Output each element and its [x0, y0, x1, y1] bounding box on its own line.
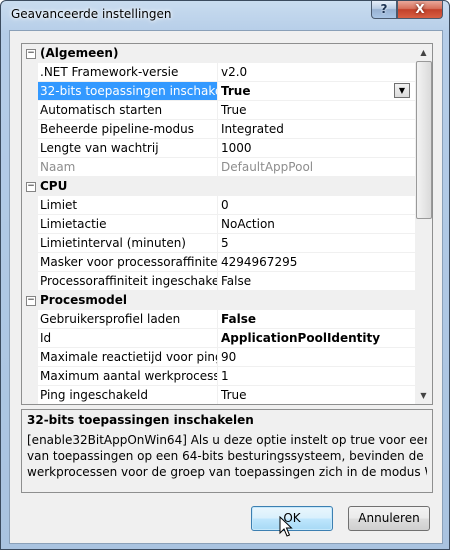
- dialog-body: − (Algemeen) .NET Framework-versie v2.0 32-b…: [9, 30, 443, 544]
- property-row[interactable]: Naam DefaultAppPool: [22, 158, 417, 177]
- property-value[interactable]: 1: [218, 367, 417, 386]
- property-row[interactable]: Automatisch starten True: [22, 101, 417, 120]
- row-gutter: [22, 310, 38, 329]
- property-value[interactable]: ApplicationPoolIdentity: [218, 329, 417, 348]
- property-value[interactable]: True: [218, 101, 417, 120]
- row-gutter: [22, 348, 38, 367]
- property-row[interactable]: Limiet 0: [22, 196, 417, 215]
- description-line: werkprocessen voor de groep van toepassi…: [27, 465, 427, 479]
- description-title: 32-bits toepassingen inschakelen: [27, 413, 254, 427]
- category-label: (Algemeen): [40, 46, 119, 60]
- property-row[interactable]: Gebruikersprofiel laden False: [22, 310, 417, 329]
- cancel-button[interactable]: Annuleren: [348, 506, 430, 531]
- row-gutter: [22, 272, 38, 291]
- property-name[interactable]: Masker voor processoraffiniteit: [38, 253, 218, 272]
- scroll-down-icon[interactable]: ▼: [415, 387, 432, 404]
- row-gutter: [22, 234, 38, 253]
- description-line: van toepassingen op een 64-bits besturin…: [27, 449, 424, 463]
- property-name[interactable]: Gebruikersprofiel laden: [38, 310, 218, 329]
- property-value[interactable]: 5: [218, 234, 417, 253]
- category-row[interactable]: − CPU: [22, 177, 415, 196]
- category-row[interactable]: − Procesmodel: [22, 291, 415, 310]
- property-value[interactable]: True: [218, 386, 417, 404]
- mouse-cursor-icon: [279, 516, 293, 537]
- property-value[interactable]: False: [218, 310, 417, 329]
- help-button[interactable]: ?: [371, 1, 397, 19]
- property-name[interactable]: Limietactie: [38, 215, 218, 234]
- description-text: [enable32BitAppOnWin64] Als u deze optie…: [27, 432, 427, 480]
- row-gutter: [22, 139, 38, 158]
- property-value[interactable]: v2.0: [218, 63, 417, 82]
- row-gutter: [22, 158, 38, 177]
- property-name[interactable]: Ping ingeschakeld: [38, 386, 218, 404]
- property-value[interactable]: 0: [218, 196, 417, 215]
- property-row[interactable]: .NET Framework-versie v2.0: [22, 63, 417, 82]
- collapse-icon[interactable]: −: [26, 296, 36, 306]
- row-gutter: [22, 329, 38, 348]
- property-name[interactable]: Maximale reactietijd voor ping (se: [38, 348, 218, 367]
- row-gutter: [22, 82, 38, 101]
- row-gutter: [22, 386, 38, 404]
- property-value[interactable]: False: [218, 272, 417, 291]
- property-row[interactable]: Processoraffiniteit ingeschakeld False: [22, 272, 417, 291]
- property-grid[interactable]: − (Algemeen) .NET Framework-versie v2.0 32-b…: [21, 43, 433, 405]
- property-name[interactable]: Beheerde pipeline-modus: [38, 120, 218, 139]
- property-value[interactable]: DefaultAppPool: [218, 158, 417, 177]
- property-value[interactable]: Integrated: [218, 120, 417, 139]
- property-row[interactable]: Id ApplicationPoolIdentity: [22, 329, 417, 348]
- row-gutter: [22, 253, 38, 272]
- property-value[interactable]: 4294967295: [218, 253, 417, 272]
- property-row[interactable]: Limietactie NoAction: [22, 215, 417, 234]
- property-value[interactable]: 90: [218, 348, 417, 367]
- scrollbar-thumb[interactable]: [416, 61, 432, 219]
- property-row[interactable]: Lengte van wachtrij 1000: [22, 139, 417, 158]
- row-gutter: [22, 101, 38, 120]
- property-row[interactable]: Masker voor processoraffiniteit 429496729…: [22, 253, 417, 272]
- property-name[interactable]: Lengte van wachtrij: [38, 139, 218, 158]
- property-row[interactable]: Maximale reactietijd voor ping (se90: [22, 348, 417, 367]
- row-gutter: [22, 63, 38, 82]
- property-name[interactable]: Limietinterval (minuten): [38, 234, 218, 253]
- property-value[interactable]: 1000: [218, 139, 417, 158]
- property-row[interactable]: Maximum aantal werkprocessen 1: [22, 367, 417, 386]
- row-gutter: [22, 120, 38, 139]
- category-row[interactable]: − (Algemeen): [22, 44, 415, 63]
- row-gutter: [22, 367, 38, 386]
- category-label: Procesmodel: [40, 293, 127, 307]
- advanced-settings-dialog: Geavanceerde instellingen ? X − (Algemeen…: [0, 0, 450, 550]
- property-name[interactable]: .NET Framework-versie: [38, 63, 218, 82]
- title-bar: Geavanceerde instellingen ? X: [1, 1, 449, 29]
- property-name[interactable]: Processoraffiniteit ingeschakeld: [38, 272, 218, 291]
- property-row[interactable]: Beheerde pipeline-modus Integrated: [22, 120, 417, 139]
- vertical-scrollbar[interactable]: ▲ ▼: [415, 44, 432, 404]
- property-name[interactable]: Id: [38, 329, 218, 348]
- row-gutter: [22, 215, 38, 234]
- close-button[interactable]: X: [397, 1, 443, 19]
- property-name[interactable]: Maximum aantal werkprocessen: [38, 367, 218, 386]
- property-value[interactable]: True: [218, 82, 417, 101]
- collapse-icon[interactable]: −: [26, 49, 36, 59]
- row-gutter: [22, 196, 38, 215]
- property-name[interactable]: 32-bits toepassingen inschakelen: [38, 82, 218, 101]
- collapse-icon[interactable]: −: [26, 182, 36, 192]
- description-line: [enable32BitAppOnWin64] Als u deze optie…: [27, 433, 427, 447]
- category-label: CPU: [40, 179, 68, 193]
- property-name[interactable]: Limiet: [38, 196, 218, 215]
- property-row[interactable]: Ping ingeschakeld True: [22, 386, 417, 404]
- property-row[interactable]: 32-bits toepassingen inschakelenTrue▼: [22, 82, 417, 101]
- dropdown-arrow-icon[interactable]: ▼: [394, 83, 410, 98]
- property-name[interactable]: Naam: [38, 158, 218, 177]
- window-title: Geavanceerde instellingen: [11, 7, 172, 21]
- property-row[interactable]: Limietinterval (minuten) 5: [22, 234, 417, 253]
- property-value[interactable]: NoAction: [218, 215, 417, 234]
- property-rows: − (Algemeen) .NET Framework-versie v2.0 32-b…: [22, 44, 417, 404]
- property-name[interactable]: Automatisch starten: [38, 101, 218, 120]
- scroll-up-icon[interactable]: ▲: [415, 44, 432, 61]
- description-panel: 32-bits toepassingen inschakelen [enable…: [21, 409, 433, 493]
